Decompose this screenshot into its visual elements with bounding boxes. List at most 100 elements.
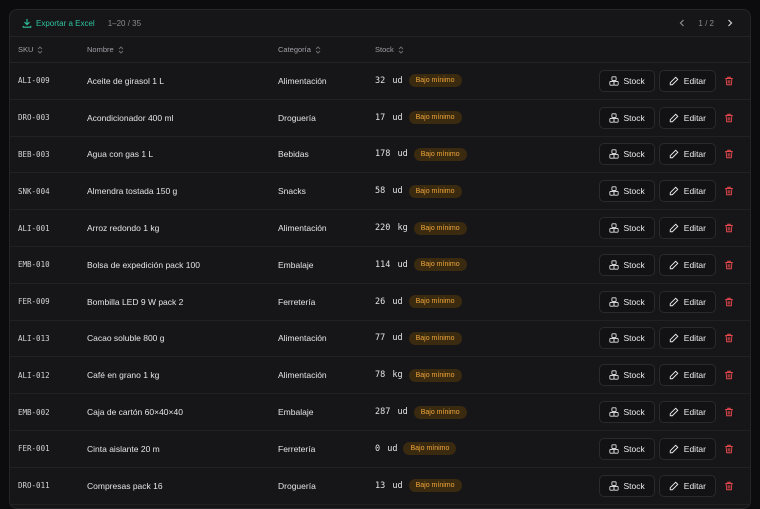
delete-button[interactable]: [720, 217, 738, 239]
stock-button-label: Stock: [623, 149, 645, 160]
name-cell: Café en grano 1 kg: [87, 370, 160, 381]
sku-cell: ALI-009: [18, 76, 50, 86]
sku-cell: BEB-003: [18, 149, 50, 159]
name-cell: Agua con gas 1 L: [87, 149, 154, 160]
edit-button[interactable]: Editar: [658, 364, 716, 387]
stock-button-label: Stock: [623, 112, 645, 123]
edit-button-label: Editar: [683, 186, 706, 197]
column-header-sku[interactable]: SKU: [18, 45, 43, 54]
category-cell: Ferretería: [278, 443, 316, 454]
table-row: FER-009 Bombilla LED 9 W pack 2 Ferreter…: [10, 284, 750, 321]
sku-cell: DRO-003: [18, 113, 50, 123]
stock-button-label: Stock: [623, 333, 645, 344]
trash-icon: [725, 297, 733, 306]
stock-cell: 58 ud Bajo mínimo: [375, 184, 462, 198]
column-header-stock[interactable]: Stock: [375, 45, 404, 54]
edit-button[interactable]: Editar: [658, 474, 716, 497]
edit-button[interactable]: Editar: [658, 180, 716, 203]
pencil-icon: [669, 481, 679, 490]
table-row: ALI-009 Aceite de girasol 1 L Alimentaci…: [10, 63, 750, 100]
stock-quantity: 114 ud: [375, 259, 408, 270]
category-cell: Alimentación: [278, 333, 327, 344]
stock-cell: 220 kg Bajo mínimo: [375, 221, 467, 235]
category-cell: Embalaje: [278, 259, 314, 270]
stock-button[interactable]: Stock: [598, 401, 655, 424]
delete-button[interactable]: [720, 401, 738, 423]
name-cell: Bolsa de expedición pack 100: [87, 259, 200, 270]
delete-button[interactable]: [720, 143, 738, 165]
stock-button[interactable]: Stock: [598, 327, 655, 350]
delete-button[interactable]: [720, 327, 738, 349]
prev-page-button[interactable]: [674, 15, 690, 31]
edit-button-label: Editar: [683, 370, 706, 381]
delete-button[interactable]: [720, 180, 738, 202]
below-minimum-badge: Bajo mínimo: [408, 479, 462, 493]
stock-button-label: Stock: [623, 480, 645, 491]
column-header-name[interactable]: Nombre: [87, 45, 124, 54]
stock-button[interactable]: Stock: [598, 217, 655, 240]
column-header-category[interactable]: Categoría: [278, 45, 321, 54]
edit-button[interactable]: Editar: [658, 401, 716, 424]
sort-icon: [315, 45, 321, 54]
boxes-icon: [608, 407, 619, 417]
row-actions: Stock Editar: [598, 180, 738, 203]
stock-button[interactable]: Stock: [598, 364, 655, 387]
below-minimum-badge: Bajo mínimo: [413, 221, 467, 235]
stock-button[interactable]: Stock: [598, 253, 655, 276]
stock-quantity: 178 ud: [375, 149, 408, 160]
table-row: BEB-003 Agua con gas 1 L Bebidas 178 ud …: [10, 137, 750, 174]
stock-button[interactable]: Stock: [598, 106, 655, 129]
delete-button[interactable]: [720, 254, 738, 276]
below-minimum-badge: Bajo mínimo: [408, 368, 462, 382]
edit-button[interactable]: Editar: [658, 69, 716, 92]
below-minimum-badge: Bajo mínimo: [408, 331, 462, 345]
stock-button[interactable]: Stock: [598, 69, 655, 92]
edit-button[interactable]: Editar: [658, 290, 716, 313]
next-page-button[interactable]: [722, 15, 738, 31]
edit-button-label: Editar: [683, 75, 706, 86]
delete-button[interactable]: [720, 291, 738, 313]
table-row: DRO-011 Compresas pack 16 Droguería 13 u…: [10, 468, 750, 505]
table-row: DRO-003 Acondicionador 400 ml Droguería …: [10, 100, 750, 137]
sku-cell: ALI-012: [18, 370, 50, 380]
boxes-icon: [608, 113, 619, 123]
stock-quantity: 0 ud: [375, 443, 398, 454]
edit-button[interactable]: Editar: [658, 437, 716, 460]
trash-icon: [725, 444, 733, 454]
name-cell: Cinta aislante 20 m: [87, 443, 160, 454]
delete-button[interactable]: [720, 107, 738, 129]
edit-button[interactable]: Editar: [658, 143, 716, 166]
stock-quantity: 26 ud: [375, 296, 403, 307]
edit-button-label: Editar: [683, 223, 706, 234]
pencil-icon: [669, 113, 679, 122]
edit-button[interactable]: Editar: [658, 253, 716, 276]
table-row: ALI-001 Arroz redondo 1 kg Alimentación …: [10, 210, 750, 247]
trash-icon: [725, 113, 733, 122]
delete-button[interactable]: [720, 475, 738, 497]
boxes-icon: [608, 186, 619, 196]
stock-button[interactable]: Stock: [598, 290, 655, 313]
column-label: Stock: [375, 45, 394, 54]
edit-button-label: Editar: [683, 149, 706, 160]
stock-button[interactable]: Stock: [598, 143, 655, 166]
edit-button-label: Editar: [683, 333, 706, 344]
export-excel-button[interactable]: Exportar a Excel: [22, 18, 95, 28]
delete-button[interactable]: [720, 438, 738, 460]
stock-button[interactable]: Stock: [598, 437, 655, 460]
stock-button-label: Stock: [623, 186, 645, 197]
stock-button[interactable]: Stock: [598, 180, 655, 203]
edit-button[interactable]: Editar: [658, 106, 716, 129]
table-row: SNK-004 Almendra tostada 150 g Snacks 58…: [10, 173, 750, 211]
below-minimum-badge: Bajo mínimo: [408, 74, 462, 88]
category-cell: Alimentación: [278, 370, 327, 381]
stock-button[interactable]: Stock: [598, 474, 655, 497]
below-minimum-badge: Bajo mínimo: [408, 111, 462, 125]
sort-icon: [398, 45, 404, 54]
edit-button[interactable]: Editar: [658, 327, 716, 350]
delete-button[interactable]: [720, 364, 738, 386]
pencil-icon: [669, 186, 679, 196]
edit-button[interactable]: Editar: [658, 217, 716, 240]
delete-button[interactable]: [720, 70, 738, 92]
table-row: EMB-010 Bolsa de expedición pack 100 Emb…: [10, 247, 750, 284]
below-minimum-badge: Bajo mínimo: [408, 184, 462, 198]
